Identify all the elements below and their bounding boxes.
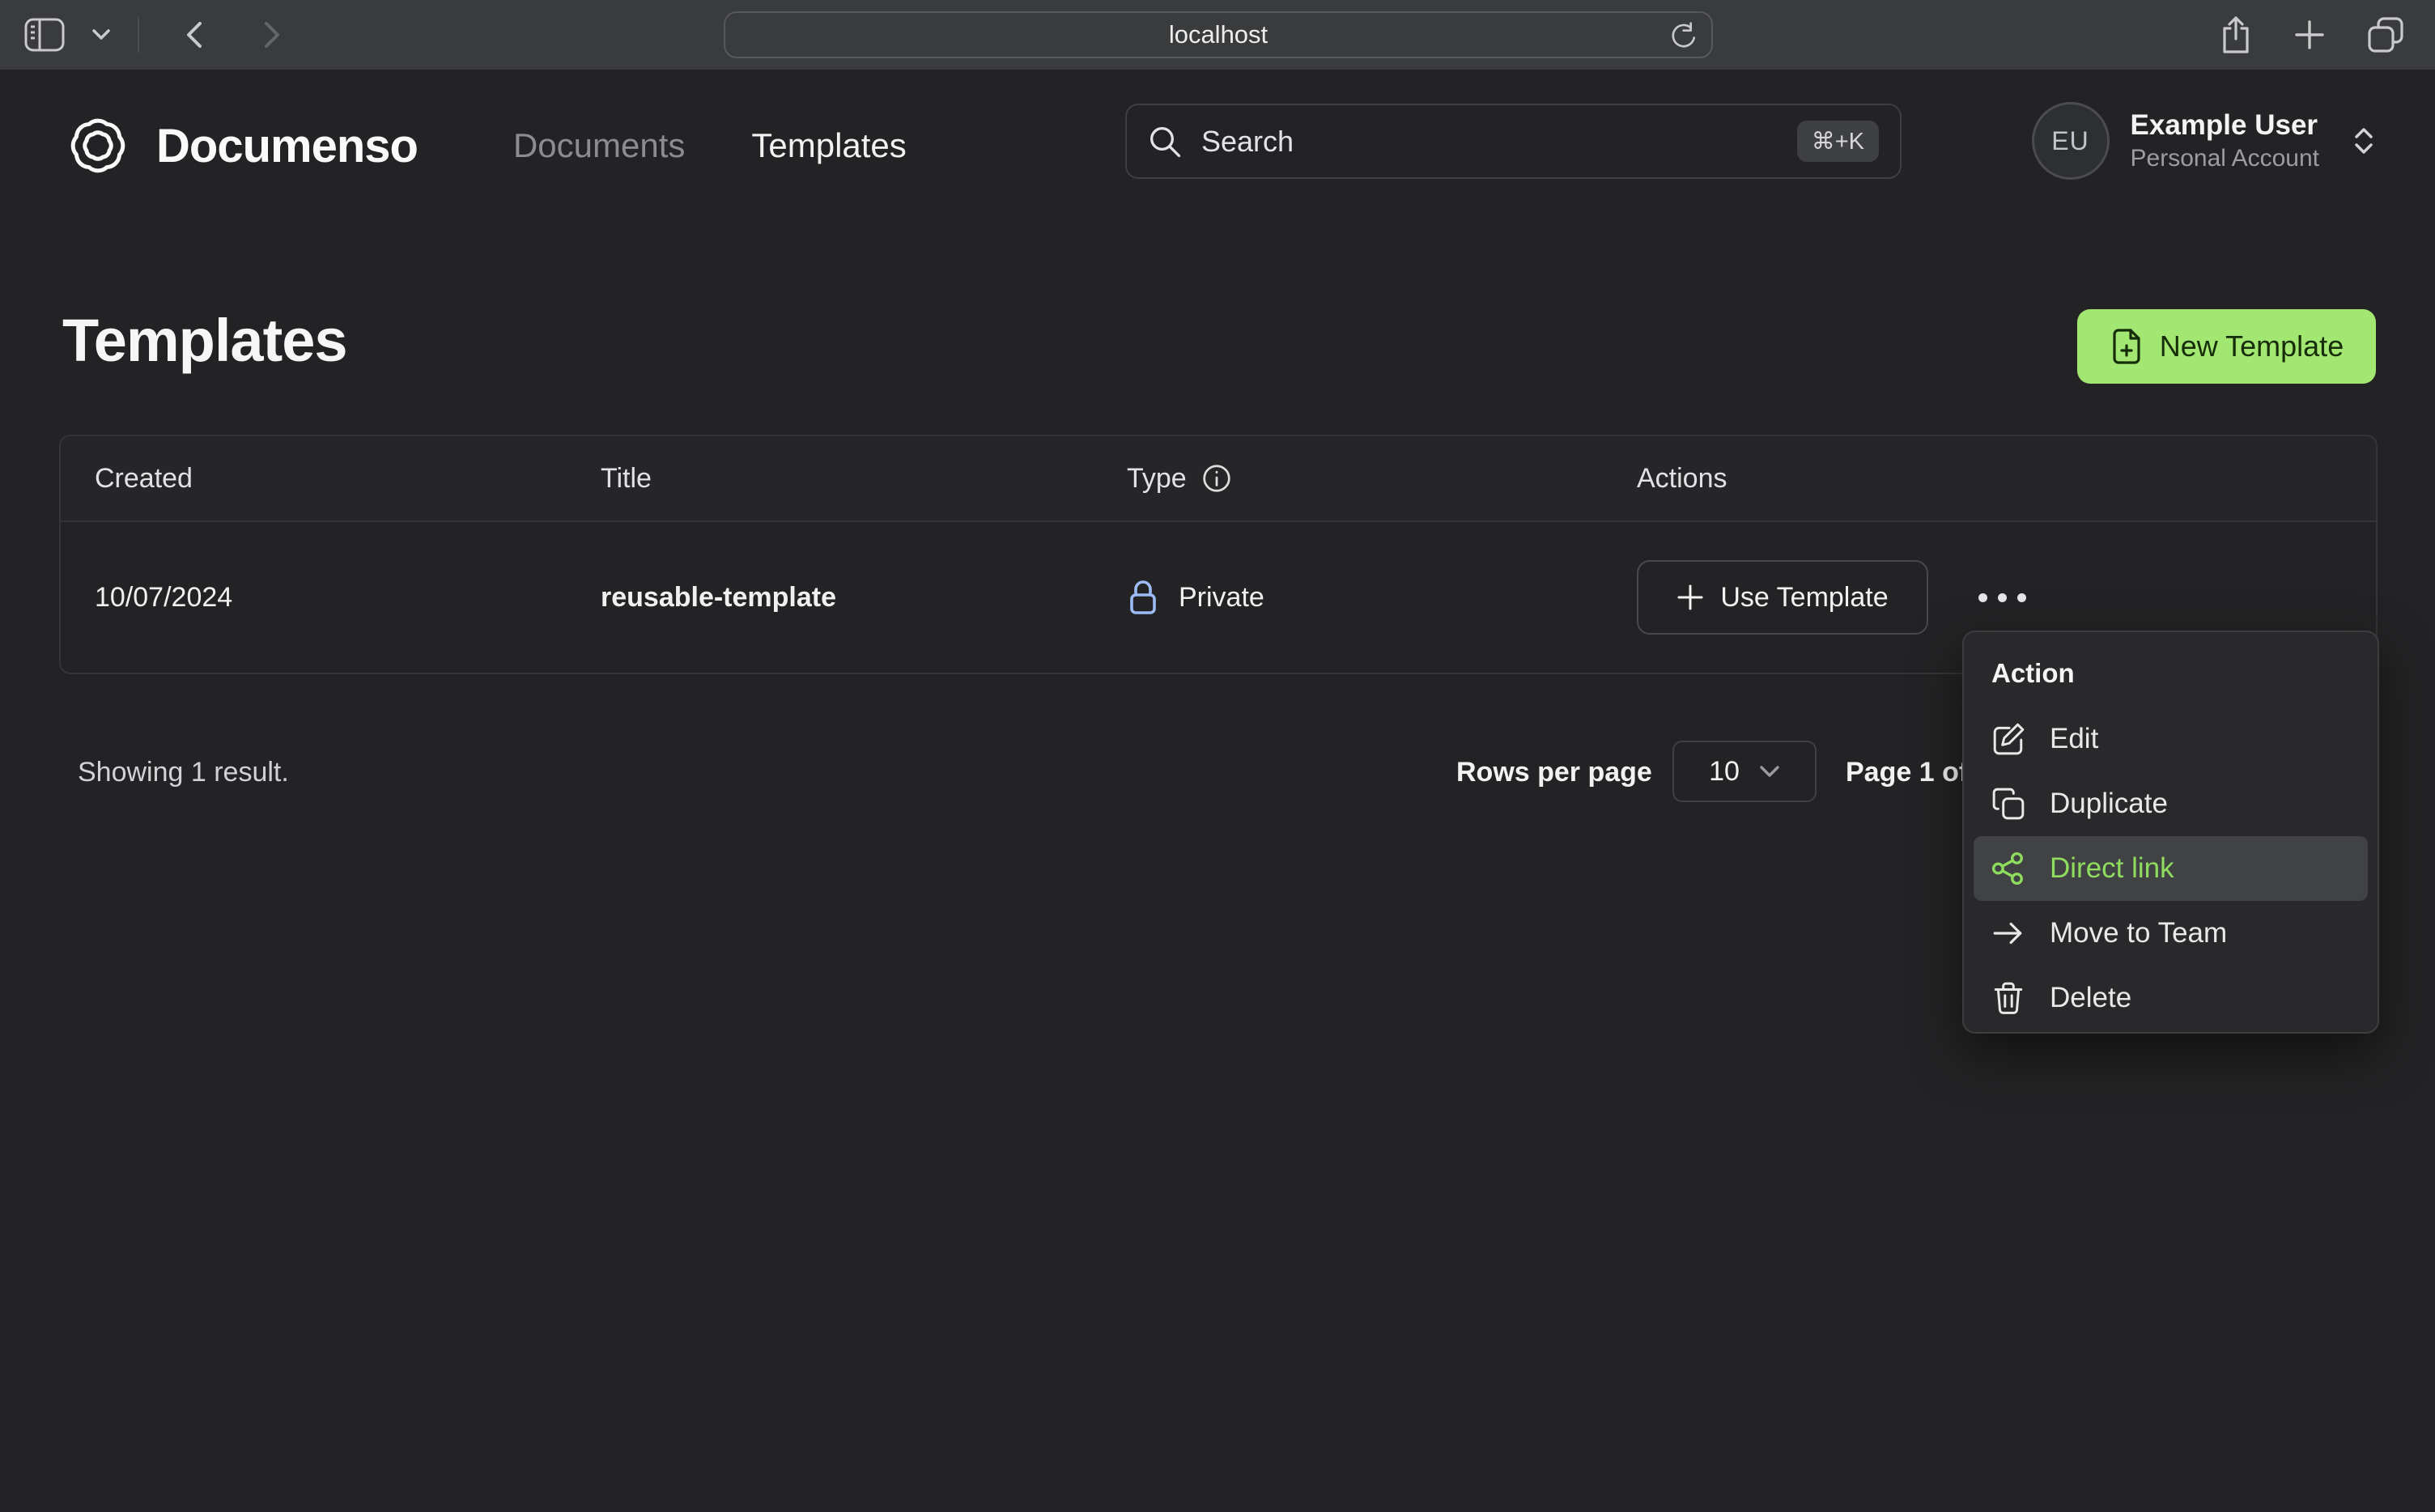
plus-icon — [1676, 584, 1704, 611]
chevron-down-icon — [1759, 765, 1780, 778]
menu-item-label: Direct link — [2050, 852, 2174, 884]
row-more-menu-button[interactable] — [1970, 585, 2034, 610]
menu-item-move-to-team[interactable]: Move to Team — [1974, 901, 2368, 966]
menu-item-label: Move to Team — [2050, 917, 2228, 949]
info-icon[interactable] — [1201, 463, 1232, 494]
nav-templates[interactable]: Templates — [751, 126, 906, 165]
menu-item-duplicate[interactable]: Duplicate — [1974, 771, 2368, 836]
column-type: Type — [1127, 463, 1637, 495]
copy-icon — [1991, 787, 2025, 821]
back-icon[interactable] — [186, 22, 202, 48]
toolbar-divider — [138, 17, 139, 53]
row-type: Private — [1127, 579, 1637, 616]
reload-icon[interactable] — [1668, 22, 1697, 51]
account-menu[interactable]: EU Example User Personal Account — [2031, 102, 2376, 180]
table-header-row: Created Title Type Actions — [61, 436, 2376, 522]
lock-icon — [1127, 579, 1159, 616]
app-header: Documenso Documents Templates Search ⌘+K… — [61, 102, 2376, 186]
tab-overview-icon[interactable] — [2367, 16, 2404, 53]
menu-item-label: Delete — [2050, 982, 2132, 1013]
address-bar-url: localhost — [1168, 20, 1268, 49]
column-type-label: Type — [1127, 462, 1187, 494]
page-title: Templates — [62, 307, 348, 374]
menu-item-label: Duplicate — [2050, 788, 2168, 819]
row-type-label: Private — [1179, 581, 1264, 613]
column-created: Created — [95, 462, 193, 494]
address-bar[interactable]: localhost — [724, 11, 1713, 58]
column-actions: Actions — [1637, 462, 1727, 494]
browser-toolbar: localhost — [0, 0, 2435, 70]
avatar: EU — [2031, 102, 2110, 180]
arrow-right-icon — [1991, 916, 2025, 950]
documenso-logo-icon — [61, 108, 135, 183]
row-actions-dropdown: Action Edit Duplicate Direct link Move t… — [1962, 631, 2379, 1034]
chevrons-up-down-icon — [2352, 127, 2376, 155]
brand-name: Documenso — [156, 119, 419, 172]
screen: localhost Documenso Documents Templates … — [0, 0, 2435, 1512]
dropdown-header: Action — [1991, 658, 2075, 688]
main-nav: Documents Templates — [513, 126, 907, 165]
user-name: Example User — [2130, 108, 2318, 141]
new-tab-icon[interactable] — [2294, 19, 2325, 50]
search-input[interactable]: Search ⌘+K — [1125, 104, 1902, 179]
sidebar-chevron-icon[interactable] — [92, 29, 110, 40]
menu-item-edit[interactable]: Edit — [1974, 707, 2368, 771]
share-icon[interactable] — [2220, 15, 2252, 54]
menu-item-delete[interactable]: Delete — [1974, 966, 2368, 1030]
menu-item-direct-link[interactable]: Direct link — [1974, 836, 2368, 901]
row-actions: Use Template — [1637, 560, 2376, 635]
file-plus-icon — [2110, 328, 2144, 365]
use-template-button[interactable]: Use Template — [1637, 560, 1928, 635]
nav-documents[interactable]: Documents — [513, 126, 685, 165]
results-count: Showing 1 result. — [78, 757, 289, 788]
rows-per-page-label: Rows per page — [1456, 757, 1652, 788]
column-title: Title — [601, 462, 652, 494]
row-created: 10/07/2024 — [95, 581, 233, 613]
forward-icon[interactable] — [264, 22, 280, 48]
row-title: reusable-template — [601, 581, 836, 613]
sidebar-toggle-icon[interactable] — [24, 18, 65, 52]
menu-item-label: Edit — [2050, 723, 2099, 754]
trash-icon — [1991, 981, 2025, 1015]
rows-per-page-select[interactable]: 10 — [1672, 741, 1817, 802]
new-template-label: New Template — [2159, 329, 2344, 363]
search-shortcut-badge: ⌘+K — [1796, 121, 1879, 162]
search-placeholder: Search — [1201, 124, 1294, 158]
edit-icon — [1991, 722, 2025, 756]
share-link-icon — [1991, 852, 2025, 886]
search-icon — [1148, 125, 1182, 159]
use-template-label: Use Template — [1720, 581, 1889, 613]
rows-per-page-value: 10 — [1709, 755, 1740, 787]
user-account-type: Personal Account — [2130, 145, 2319, 172]
new-template-button[interactable]: New Template — [2077, 309, 2376, 384]
brand[interactable]: Documenso — [61, 108, 419, 183]
